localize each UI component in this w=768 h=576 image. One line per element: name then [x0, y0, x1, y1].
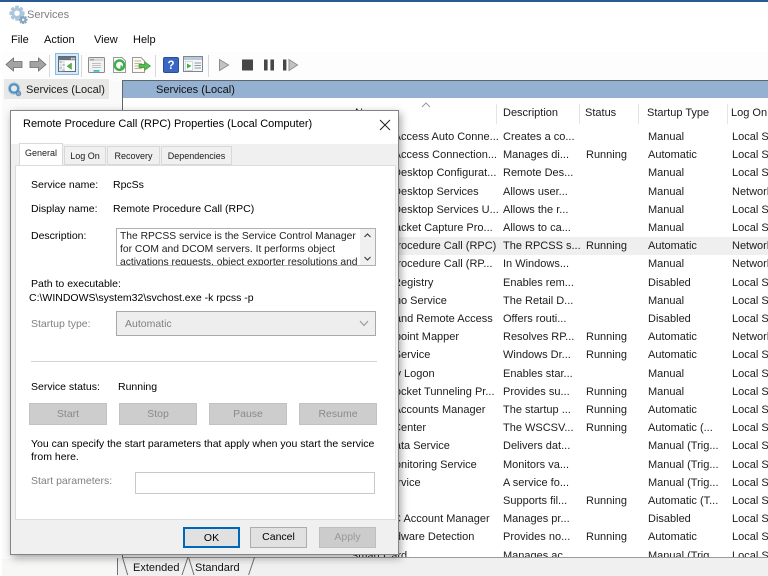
svg-text:?: ? — [167, 60, 174, 72]
